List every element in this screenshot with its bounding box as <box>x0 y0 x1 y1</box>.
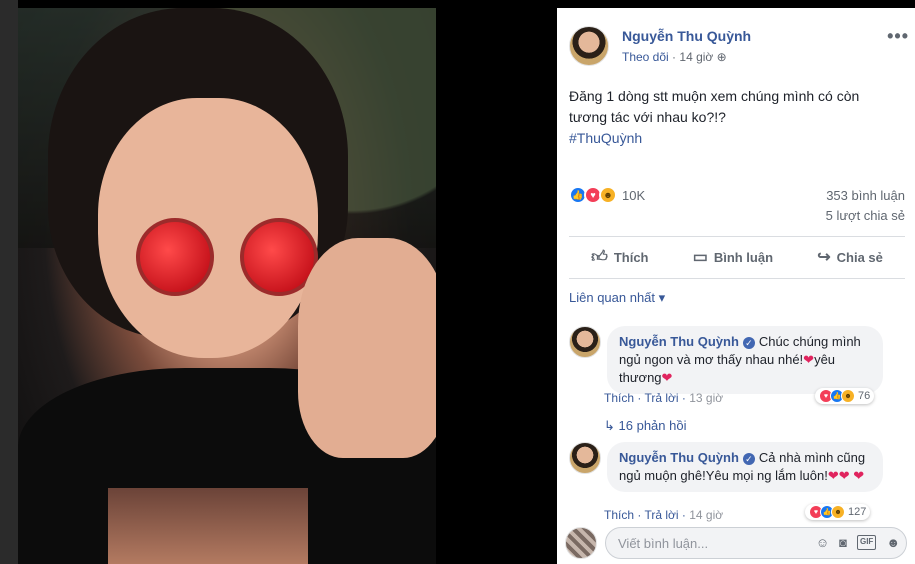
comment-time[interactable]: 13 giờ <box>689 391 723 405</box>
comment-actions: Thích · Trả lời · 14 giờ <box>604 508 724 522</box>
reply-arrow-icon: ↳ <box>604 418 619 433</box>
post-stats: 👍 ♥ ☻ 10K 353 bình luận 5 lượt chia sẻ <box>569 184 905 228</box>
follow-link[interactable]: Theo dõi <box>622 50 669 64</box>
hashtag-link[interactable]: #ThuQuỳnh <box>569 128 899 149</box>
haha-reaction-icon: ☻ <box>841 389 855 403</box>
share-button[interactable]: ↪ Chia sẻ <box>817 247 883 267</box>
emoji-icon[interactable]: ☺ <box>816 535 829 550</box>
comment-bubble: Nguyễn Thu Quỳnh ✓ Chúc chúng mình ngủ ngo… <box>607 326 883 394</box>
post-actions: 👍︎ Thích ▭ Bình luận ↪ Chia sẻ <box>569 244 905 270</box>
comment-count[interactable]: 353 bình luận <box>826 188 905 203</box>
comment-placeholder: Viết bình luận... <box>618 536 709 551</box>
comment-reply-link[interactable]: Trả lời <box>644 391 678 405</box>
reaction-summary[interactable]: 👍 ♥ ☻ 10K <box>569 186 645 204</box>
current-user-avatar <box>565 527 597 559</box>
post-text: Đăng 1 dòng stt muộn xem chúng mình có c… <box>569 86 899 149</box>
post-header: Nguyễn Thu Quỳnh Theo dõi · 14 giờ ⊕ ••• <box>569 22 909 72</box>
divider <box>569 236 905 237</box>
globe-icon: ⊕ <box>716 50 727 64</box>
author-avatar[interactable] <box>569 26 609 66</box>
photo-viewer: Nguyễn Thu Quỳnh Theo dõi · 14 giờ ⊕ •••… <box>0 0 915 564</box>
sticker-icon[interactable]: ☻ <box>886 535 900 550</box>
comment-reactions[interactable]: ♥ 👍 ☻ 127 <box>805 504 871 520</box>
comment-reactions[interactable]: ♥ 👍 ☻ 76 <box>815 388 875 404</box>
post-photo[interactable] <box>18 8 436 564</box>
post-panel: Nguyễn Thu Quỳnh Theo dõi · 14 giờ ⊕ •••… <box>557 8 915 564</box>
view-replies-link[interactable]: ↳ 16 phản hồi <box>604 418 686 434</box>
haha-reaction-icon: ☻ <box>831 505 845 519</box>
camera-icon[interactable]: ◙ <box>839 535 847 550</box>
comment-input[interactable]: Viết bình luận... ☺ ◙ GIF ☻ <box>605 527 907 559</box>
comment-like-link[interactable]: Thích <box>604 391 634 405</box>
comment-composer: Viết bình luận... ☺ ◙ GIF ☻ <box>557 523 915 564</box>
comment-icon: ▭ <box>692 249 708 266</box>
composer-icons: ☺ ◙ GIF ☻ <box>816 535 900 550</box>
commenter-name[interactable]: Nguyễn Thu Quỳnh <box>619 334 739 349</box>
commenter-avatar[interactable] <box>569 442 601 474</box>
reaction-count: 10K <box>622 187 646 203</box>
haha-reaction-icon: ☻ <box>599 186 617 204</box>
verified-badge-icon: ✓ <box>742 452 755 465</box>
commenter-name[interactable]: Nguyễn Thu Quỳnh <box>619 450 739 465</box>
verified-badge-icon: ✓ <box>742 336 755 349</box>
author-name[interactable]: Nguyễn Thu Quỳnh <box>622 28 751 44</box>
commenter-avatar[interactable] <box>569 326 601 358</box>
post-time[interactable]: 14 giờ <box>679 50 713 64</box>
comment-filter-dropdown[interactable]: Liên quan nhất ▾ <box>569 290 665 306</box>
comment-reply-link[interactable]: Trả lời <box>644 508 678 522</box>
share-count[interactable]: 5 lượt chia sẻ <box>826 208 905 223</box>
heart-emoji-icon: ❤❤ ❤ <box>827 468 865 483</box>
gif-icon[interactable]: GIF <box>856 535 877 550</box>
comment-button[interactable]: ▭ Bình luận <box>693 247 773 267</box>
heart-emoji-icon: ❤ <box>803 352 815 367</box>
post-meta: Theo dõi · 14 giờ ⊕ <box>622 50 727 64</box>
more-icon[interactable]: ••• <box>887 26 909 47</box>
divider <box>569 278 905 279</box>
sunglasses-left <box>136 218 214 296</box>
background-strip <box>0 0 18 564</box>
comment-time[interactable]: 14 giờ <box>689 508 723 522</box>
heart-emoji-icon: ❤ <box>661 370 673 385</box>
chevron-down-icon: ▾ <box>658 290 666 305</box>
like-button[interactable]: 👍︎ Thích <box>591 248 648 267</box>
share-icon: ↪ <box>817 249 831 266</box>
comment-like-link[interactable]: Thích <box>604 508 634 522</box>
like-icon: 👍︎ <box>591 248 608 266</box>
comment-bubble: Nguyễn Thu Quỳnh ✓ Cả nhà mình cũng ngủ mu… <box>607 442 883 492</box>
comment-actions: Thích · Trả lời · 13 giờ <box>604 391 724 405</box>
